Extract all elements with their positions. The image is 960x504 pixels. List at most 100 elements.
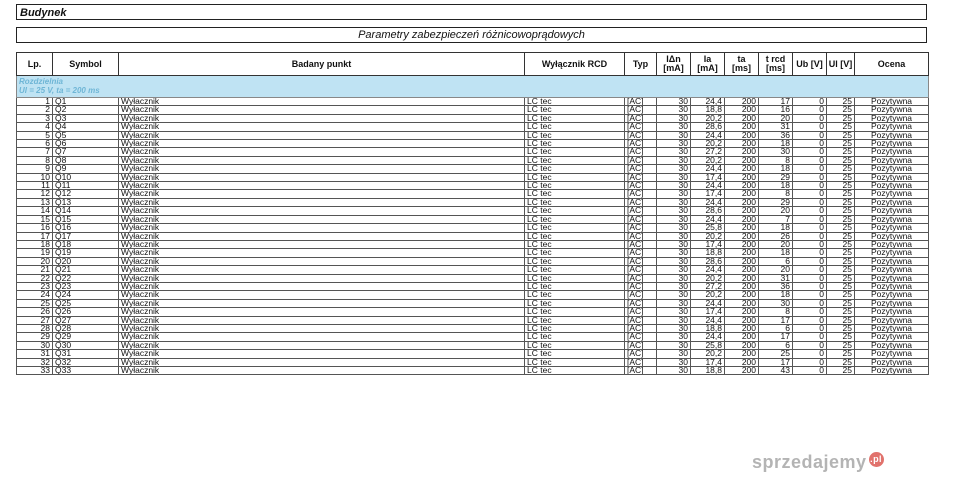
cell-ub: 0	[792, 130, 827, 141]
table-row: 32 Q32 Wyłacznik LC tec [AC] 30 17,4 200 17 0 25 Po…	[16, 357, 929, 368]
section-params: Ul = 25 V, ta = 200 ms	[19, 86, 100, 95]
cell-symbol: Q31	[52, 349, 119, 359]
cell-point: Wyłacznik	[118, 164, 525, 174]
cell-typ: [AC]	[624, 181, 657, 191]
cell-ocena: Pozytywna	[854, 340, 929, 351]
cell-typ: [AC]	[624, 189, 657, 199]
cell-ta: 200	[724, 323, 759, 334]
section-cell: Rozdzielnia Ul = 25 V, ta = 200 ms	[16, 75, 929, 98]
cell-lp: 16	[16, 223, 53, 233]
cell-ta: 200	[724, 307, 759, 317]
cell-ia: 20,2	[690, 349, 725, 359]
cell-ub: 0	[792, 315, 827, 325]
cell-point: Wyłacznik	[118, 214, 525, 225]
cell-ub: 0	[792, 357, 827, 368]
cell-ul: 25	[826, 172, 855, 183]
cell-symbol: Q26	[52, 307, 119, 317]
cell-trcd: 31	[758, 122, 793, 132]
table-row: 2 Q2 Wyłacznik LC tec [AC] 30 18,8 200 16 0 25 Pozy…	[16, 105, 929, 115]
cell-ia: 25,8	[690, 223, 725, 233]
cell-trcd: 8	[758, 307, 793, 317]
cell-symbol: Q13	[52, 197, 119, 208]
cell-ul: 25	[826, 181, 855, 191]
cell-typ: [AC]	[624, 357, 657, 368]
cell-rcd: LC tec	[524, 290, 625, 300]
cell-point: Wyłacznik	[118, 290, 525, 300]
cell-typ: [AC]	[624, 290, 657, 300]
cell-ocena: Pozytywna	[854, 197, 929, 208]
cell-trcd: 17	[758, 96, 793, 107]
document-title: Budynek	[16, 4, 927, 20]
cell-idn: 30	[656, 130, 691, 141]
cell-ul: 25	[826, 265, 855, 275]
cell-symbol: Q4	[52, 122, 119, 132]
cell-rcd: LC tec	[524, 332, 625, 342]
cell-trcd: 6	[758, 340, 793, 351]
cell-trcd: 26	[758, 231, 793, 241]
cell-trcd: 30	[758, 147, 793, 157]
cell-symbol: Q10	[52, 172, 119, 183]
cell-lp: 18	[16, 239, 53, 250]
cell-ub: 0	[792, 365, 827, 376]
cell-ub: 0	[792, 189, 827, 199]
cell-ta: 200	[724, 365, 759, 376]
cell-ia: 17,4	[690, 239, 725, 250]
cell-ul: 25	[826, 189, 855, 199]
cell-ul: 25	[826, 349, 855, 359]
cell-trcd: 7	[758, 214, 793, 225]
cell-lp: 2	[16, 105, 53, 115]
cell-typ: [AC]	[624, 340, 657, 351]
cell-ia: 17,4	[690, 357, 725, 368]
cell-ocena: Pozytywna	[854, 130, 929, 141]
cell-symbol: Q7	[52, 147, 119, 157]
cell-ia: 28,6	[690, 122, 725, 132]
cell-rcd: LC tec	[524, 164, 625, 174]
col-header-lp: Lp.	[16, 52, 53, 76]
cell-ocena: Pozytywna	[854, 122, 929, 132]
cell-rcd: LC tec	[524, 105, 625, 115]
cell-trcd: 18	[758, 139, 793, 149]
cell-lp: 9	[16, 164, 53, 174]
cell-lp: 20	[16, 256, 53, 267]
cell-typ: [AC]	[624, 323, 657, 334]
cell-rcd: LC tec	[524, 273, 625, 283]
cell-rcd: LC tec	[524, 231, 625, 241]
cell-symbol: Q6	[52, 139, 119, 149]
cell-lp: 7	[16, 147, 53, 157]
cell-ul: 25	[826, 248, 855, 258]
cell-ub: 0	[792, 223, 827, 233]
cell-ocena: Pozytywna	[854, 96, 929, 107]
cell-ub: 0	[792, 172, 827, 183]
cell-ub: 0	[792, 197, 827, 208]
cell-idn: 30	[656, 147, 691, 157]
cell-ocena: Pozytywna	[854, 323, 929, 334]
cell-ta: 200	[724, 273, 759, 283]
cell-ub: 0	[792, 122, 827, 132]
cell-point: Wyłacznik	[118, 172, 525, 183]
cell-ta: 200	[724, 155, 759, 166]
cell-rcd: LC tec	[524, 155, 625, 166]
cell-ia: 28,6	[690, 256, 725, 267]
cell-ub: 0	[792, 248, 827, 258]
col-header-symbol: Symbol	[52, 52, 119, 76]
document-subtitle: Parametry zabezpieczeń różnicowoprądowyc…	[16, 27, 927, 43]
cell-point: Wyłacznik	[118, 265, 525, 275]
cell-rcd: LC tec	[524, 315, 625, 325]
cell-ta: 200	[724, 332, 759, 342]
cell-point: Wyłacznik	[118, 139, 525, 149]
cell-typ: [AC]	[624, 332, 657, 342]
cell-symbol: Q18	[52, 239, 119, 250]
cell-lp: 33	[16, 365, 53, 376]
cell-ta: 200	[724, 122, 759, 132]
cell-ub: 0	[792, 256, 827, 267]
cell-idn: 30	[656, 155, 691, 166]
cell-typ: [AC]	[624, 239, 657, 250]
cell-ocena: Pozytywna	[854, 315, 929, 325]
cell-ia: 20,2	[690, 231, 725, 241]
cell-lp: 11	[16, 181, 53, 191]
cell-ul: 25	[826, 113, 855, 124]
cell-rcd: LC tec	[524, 340, 625, 351]
cell-ta: 200	[724, 189, 759, 199]
cell-trcd: 20	[758, 239, 793, 250]
table-row: 30 Q30 Wyłacznik LC tec [AC] 30 25,8 200 6 0 25 Poz…	[16, 340, 929, 351]
